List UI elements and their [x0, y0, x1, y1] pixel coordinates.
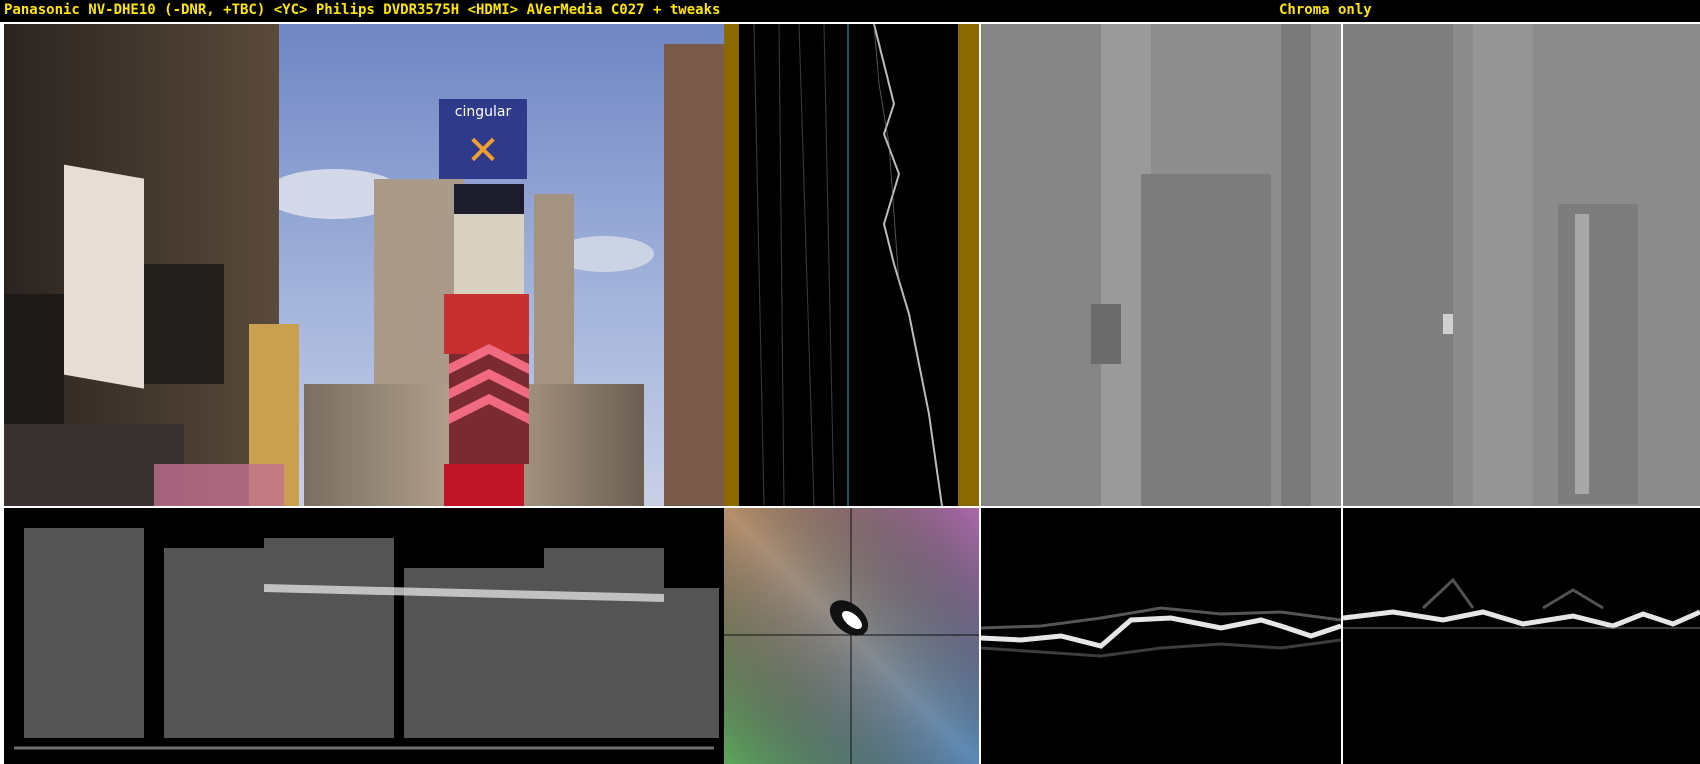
u-waveform-icon	[981, 606, 1341, 658]
vectorscope-panel	[724, 508, 979, 764]
u-waveform-panel	[981, 508, 1341, 764]
svg-text:cingular: cingular	[455, 104, 512, 120]
chroma-u-panel	[981, 24, 1341, 506]
video-frame-panel: cingular ✕	[4, 24, 724, 506]
mode-label: Chroma only	[1279, 2, 1372, 18]
chroma-v-icon	[1343, 24, 1700, 506]
luma-waveform-panel	[4, 508, 724, 764]
v-waveform-icon	[1343, 577, 1700, 629]
chroma-u-icon	[981, 24, 1341, 506]
source-chain-title: Panasonic NV-DHE10 (-DNR, +TBC) <YC> Phi…	[4, 2, 721, 18]
vertical-waveform-icon	[724, 24, 979, 506]
vertical-chroma-panel	[724, 24, 979, 506]
waveform-icon	[14, 528, 719, 750]
analysis-grid: cingular ✕	[0, 22, 1700, 764]
title-bar: Panasonic NV-DHE10 (-DNR, +TBC) <YC> Phi…	[0, 0, 1700, 20]
svg-text:✕: ✕	[466, 128, 500, 174]
v-waveform-panel	[1343, 508, 1700, 764]
chroma-v-panel	[1343, 24, 1700, 506]
vectorscope-icon	[724, 508, 979, 764]
video-frame-icon: cingular ✕	[4, 24, 724, 506]
